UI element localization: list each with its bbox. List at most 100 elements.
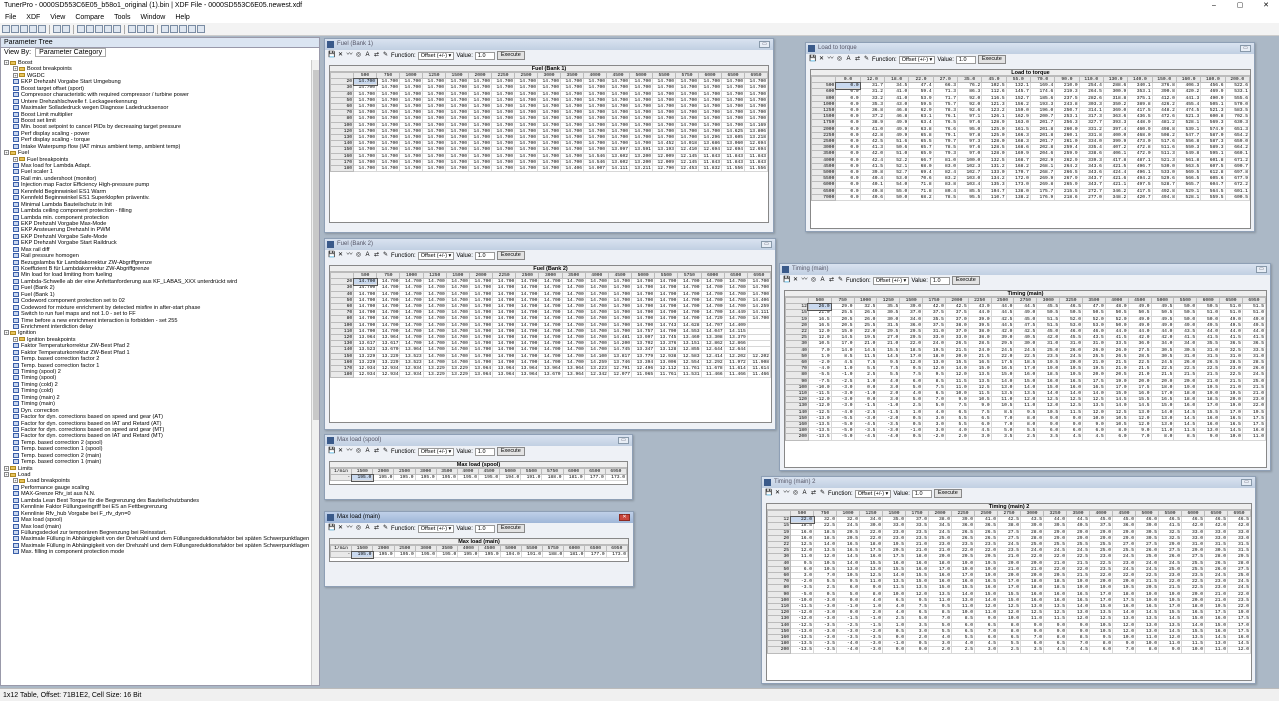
save-table-icon[interactable]: 💾 xyxy=(765,490,772,497)
table-cell[interactable]: 2.5 xyxy=(951,646,975,654)
table-cell[interactable]: 188.0 xyxy=(541,474,564,482)
table-cell[interactable]: 173.0 xyxy=(604,474,628,482)
restore-icon[interactable]: ▭ xyxy=(759,41,770,48)
undo-table-icon[interactable]: ✕ xyxy=(818,56,825,63)
emulator-icon[interactable] xyxy=(188,25,196,33)
table-cell[interactable]: 11.0 xyxy=(1241,433,1267,441)
table-cell[interactable]: 7.0 xyxy=(1112,646,1136,654)
table-cell[interactable]: 12.342 xyxy=(584,371,609,379)
table-cell[interactable]: 13.964 xyxy=(468,371,494,379)
table-cell[interactable]: 12.790 xyxy=(652,165,676,173)
table-cell[interactable]: 12.0 xyxy=(1227,646,1251,654)
compare-table-icon[interactable]: ⇄ xyxy=(373,525,380,532)
table-cell[interactable]: 68.2 xyxy=(908,193,934,202)
table-cell[interactable]: 11.466 xyxy=(723,371,748,379)
text-icon[interactable]: A xyxy=(845,56,852,63)
table-cell[interactable]: 176.9 xyxy=(1029,193,1056,202)
table-cell[interactable]: 14.700 xyxy=(514,165,538,173)
save-table-icon[interactable]: 💾 xyxy=(328,448,335,455)
table-cell[interactable]: 4.5 xyxy=(1081,433,1106,441)
expand-toggle-icon[interactable]: + xyxy=(4,60,9,66)
table-cell[interactable]: 13.229 xyxy=(422,371,447,379)
table-window-timing[interactable]: Timing (main) ▭ 💾 ✕ 〰 ◎ A ⇄ ✎ Function: Offset (+/… xyxy=(779,263,1271,471)
new-icon[interactable] xyxy=(2,25,10,33)
save-icon[interactable] xyxy=(20,25,28,33)
function-select[interactable]: Offset (+/-) ▾ xyxy=(417,447,455,456)
table-cell[interactable]: 13.964 xyxy=(561,371,586,379)
table-window-fuel1[interactable]: Fuel (Bank 1) ▭ 💾 ✕ 〰 ◎ A ⇄ ✎ Function: Offset (+/… xyxy=(324,38,774,233)
table-cell[interactable]: 12.934 xyxy=(376,371,401,379)
undo-icon[interactable] xyxy=(53,25,61,33)
close-icon[interactable]: ✕ xyxy=(619,514,630,521)
table-cell[interactable]: 4.5 xyxy=(1059,433,1083,441)
expand-toggle-icon[interactable]: + xyxy=(4,472,9,478)
compare-table-icon[interactable]: ⇄ xyxy=(828,277,835,284)
function-select[interactable]: Offset (+/-) ▾ xyxy=(417,51,455,60)
window-title-bar[interactable]: Fuel (Bank 2) ▭ xyxy=(325,239,775,250)
table-cell[interactable]: 138.2 xyxy=(1005,193,1031,202)
table-cell[interactable]: 14.700 xyxy=(353,165,377,173)
settings-table-icon[interactable]: ✎ xyxy=(863,56,870,63)
table-cell[interactable]: 14.700 xyxy=(399,165,423,173)
tree-scroll-thumb[interactable] xyxy=(313,70,319,420)
window-title-bar[interactable]: Fuel (Bank 1) ▭ xyxy=(325,39,773,50)
execute-button[interactable]: Execute xyxy=(977,55,1006,64)
table-cell[interactable]: 11.466 xyxy=(700,371,725,379)
web-icon[interactable]: ◎ xyxy=(355,525,362,532)
text-icon[interactable]: A xyxy=(819,277,826,284)
table-cell[interactable]: 494.8 xyxy=(1151,193,1177,202)
table-cell[interactable]: 6.0 xyxy=(1104,433,1129,441)
table-cell[interactable]: 0.0 xyxy=(905,646,929,654)
table-cell[interactable]: 8.0 xyxy=(1135,646,1159,654)
save-table-icon[interactable]: 💾 xyxy=(328,252,335,259)
table-cell[interactable]: 2.0 xyxy=(944,433,969,441)
window-title-bar[interactable]: Max load (main) ✕ xyxy=(325,512,633,523)
undo-table-icon[interactable]: ✕ xyxy=(337,448,344,455)
table-cell[interactable]: 13.211 xyxy=(629,165,653,173)
undo-table-icon[interactable]: ✕ xyxy=(774,490,781,497)
function-select[interactable]: Offset (+/-) ▾ xyxy=(417,524,455,533)
table-cell[interactable]: 9.0 xyxy=(1196,433,1221,441)
window-title-bar[interactable]: Load to torque ▭ xyxy=(806,43,1254,54)
save-as-icon[interactable] xyxy=(29,25,37,33)
graph-view-icon[interactable]: 〰 xyxy=(827,56,834,63)
restore-icon[interactable]: ▭ xyxy=(1240,45,1251,52)
table-cell[interactable]: 110.7 xyxy=(981,193,1007,202)
execute-button[interactable]: Execute xyxy=(496,524,525,533)
value-input[interactable]: 1.0 xyxy=(474,524,495,533)
settings-table-icon[interactable]: ✎ xyxy=(382,525,389,532)
web-icon[interactable]: ◎ xyxy=(836,56,843,63)
table-cell[interactable]: 218.6 xyxy=(1054,193,1080,202)
table-cell[interactable]: 3.0 xyxy=(967,433,992,441)
expand-toggle-icon[interactable]: + xyxy=(13,336,18,342)
table-cell[interactable]: -3.0 xyxy=(859,646,883,654)
expand-toggle-icon[interactable]: + xyxy=(13,72,18,78)
find-icon[interactable] xyxy=(104,25,112,33)
table-cell[interactable]: 50.0 xyxy=(883,193,910,202)
table-window-main[interactable]: Max load (main) ✕ 💾 ✕ 〰 ◎ A ⇄ ✎ Function: Offset (… xyxy=(324,511,634,587)
function-select[interactable]: Offset (+/-) ▾ xyxy=(872,276,910,285)
menu-window[interactable]: Window xyxy=(135,14,170,21)
table-cell[interactable]: 195.0 xyxy=(478,551,501,559)
graph-view-icon[interactable]: 〰 xyxy=(346,448,353,455)
table-cell[interactable]: 40.6 xyxy=(859,193,885,202)
table-cell[interactable]: 3.5 xyxy=(1036,433,1061,441)
table-window-spool[interactable]: Max load (spool) ▭ 💾 ✕ 〰 ◎ A ⇄ ✎ Function: Offset … xyxy=(324,434,633,500)
table-cell[interactable]: 3.5 xyxy=(990,433,1015,441)
table-cell[interactable]: 11.556 xyxy=(721,165,745,173)
table-cell[interactable]: 195.0 xyxy=(350,550,374,559)
table-cell[interactable]: 173.0 xyxy=(605,551,629,559)
chip-icon[interactable] xyxy=(179,25,187,33)
expand-toggle-icon[interactable]: + xyxy=(4,150,9,156)
execute-button[interactable]: Execute xyxy=(933,489,962,498)
value-input[interactable]: 1.0 xyxy=(929,276,950,285)
table-window-fuel2[interactable]: Fuel (Bank 2) ▭ 💾 ✕ 〰 ◎ A ⇄ ✎ Function: Offset (+/… xyxy=(324,238,776,430)
table-cell[interactable]: -2.0 xyxy=(922,433,946,441)
data-icon[interactable] xyxy=(197,25,205,33)
undo-table-icon[interactable]: ✕ xyxy=(337,525,344,532)
menu-tools[interactable]: Tools xyxy=(109,14,135,21)
web-icon[interactable]: ◎ xyxy=(355,448,362,455)
compare-icon[interactable] xyxy=(113,25,121,33)
tree-scrollbar[interactable] xyxy=(311,60,319,685)
table-cell[interactable]: 14.700 xyxy=(376,165,400,173)
